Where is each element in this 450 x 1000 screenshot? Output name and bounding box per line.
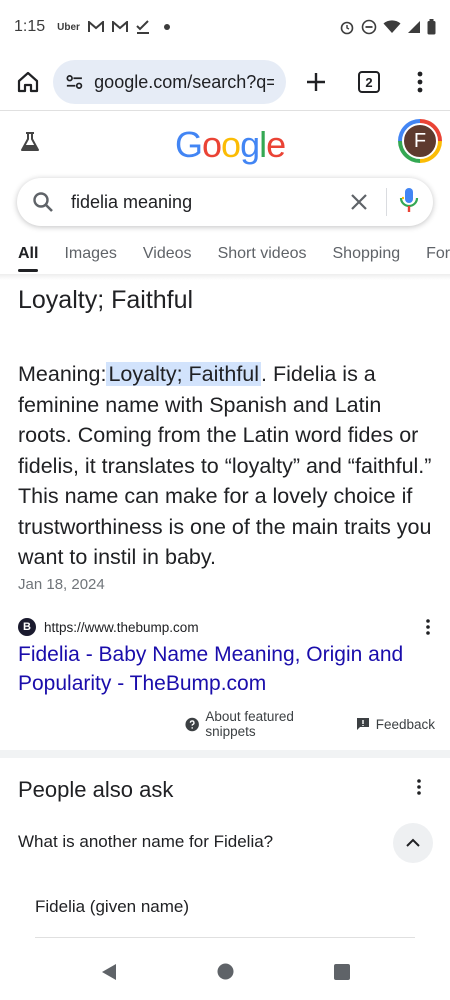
tab-short-videos[interactable]: Short videos	[218, 236, 307, 274]
back-triangle-icon	[101, 963, 116, 980]
result-title-link[interactable]: Fidelia - Baby Name Meaning, Origin and …	[18, 640, 438, 698]
battery-icon	[427, 19, 436, 35]
search-icon	[33, 192, 53, 212]
tab-all[interactable]: All	[18, 236, 39, 274]
do-not-disturb-icon	[361, 19, 377, 35]
logo-letter: G	[175, 124, 203, 165]
snippet-date: Jan 18, 2024	[18, 576, 105, 593]
address-bar[interactable]: google.com/search?q=fi	[53, 60, 286, 104]
snippet-title: Loyalty; Faithful	[18, 286, 194, 314]
status-bar: 1:15 Uber	[0, 0, 450, 54]
account-avatar[interactable]: F	[398, 119, 442, 163]
people-also-ask-title: People also ask	[18, 777, 174, 802]
snippet-meaning-prefix: Meaning:	[18, 362, 107, 386]
snippet-text: . Fidelia is a feminine name with Spanis…	[18, 362, 432, 569]
recents-square-icon	[333, 963, 350, 980]
clear-search-button[interactable]	[344, 193, 374, 211]
tabs-shadow	[0, 274, 450, 280]
more-vert-icon	[417, 779, 421, 795]
microphone-icon	[399, 187, 419, 212]
site-favicon: B	[18, 618, 36, 636]
url-text: google.com/search?q=fi	[94, 71, 274, 92]
snippet-body: Meaning:Loyalty; Faithful. Fidelia is a …	[18, 359, 438, 573]
paa-options-button[interactable]	[417, 779, 421, 800]
tab-forums[interactable]: Forums	[426, 236, 450, 274]
new-tab-button[interactable]	[296, 62, 335, 102]
recents-button[interactable]	[333, 963, 350, 985]
paa-question[interactable]: What is another name for Fidelia?	[18, 832, 273, 852]
google-header: Google F	[0, 112, 450, 174]
result-options-button[interactable]	[418, 619, 438, 635]
feedback-label: Feedback	[375, 716, 435, 732]
tab-shopping[interactable]: Shopping	[333, 236, 401, 274]
about-featured-snippets-label: About featured snippets	[205, 709, 294, 739]
home-button[interactable]	[10, 64, 45, 100]
help-icon	[185, 717, 199, 731]
task-check-icon	[136, 20, 149, 34]
gmail-icon-2	[111, 21, 128, 32]
search-tabs: All Images Videos Short videos Shopping …	[0, 236, 450, 274]
home-circle-icon	[217, 963, 233, 980]
browser-toolbar: google.com/search?q=fi 2	[0, 54, 450, 110]
chevron-up-icon	[406, 838, 420, 847]
search-labs-button[interactable]	[18, 130, 42, 159]
plus-icon	[306, 73, 325, 91]
paa-collapse-button[interactable]	[393, 823, 433, 863]
source-url[interactable]: https://www.thebump.com	[44, 620, 199, 635]
flask-icon	[21, 132, 39, 151]
status-time: 1:15	[14, 18, 46, 35]
snippet-highlight: Loyalty; Faithful	[106, 362, 262, 386]
tab-images[interactable]: Images	[64, 236, 116, 274]
google-logo[interactable]: Google	[175, 124, 286, 166]
more-vert-icon	[417, 71, 423, 93]
close-icon	[351, 194, 367, 210]
about-featured-snippets-button[interactable]: About featured snippets	[185, 709, 342, 739]
home-icon	[17, 71, 38, 93]
tab-count: 2	[357, 71, 380, 93]
site-settings-icon[interactable]	[65, 72, 84, 92]
more-vert-icon	[426, 619, 430, 635]
system-icons	[339, 19, 436, 35]
paa-answer: Fidelia (given name)	[35, 897, 190, 916]
android-nav-bar	[0, 948, 450, 1000]
feedback-button[interactable]: Feedback	[356, 717, 435, 732]
logo-letter: e	[266, 124, 286, 165]
toolbar-divider	[0, 110, 450, 111]
result-source[interactable]: B https://www.thebump.com	[18, 617, 438, 637]
voice-search-button[interactable]	[399, 187, 419, 218]
uber-notification-icon: Uber	[57, 21, 80, 33]
feedback-icon	[356, 718, 369, 730]
tab-switcher-button[interactable]: 2	[349, 62, 388, 102]
snippet-feedback-row: About featured snippets Feedback	[185, 709, 435, 739]
section-separator	[0, 750, 450, 758]
logo-letter: o	[202, 124, 222, 165]
search-box[interactable]: fidelia meaning	[17, 178, 433, 226]
notification-icons: Uber	[57, 20, 170, 34]
search-input[interactable]: fidelia meaning	[71, 192, 344, 213]
avatar-letter: F	[402, 123, 438, 159]
logo-letter: g	[240, 124, 260, 165]
tab-videos[interactable]: Videos	[143, 236, 192, 274]
alarm-icon	[340, 21, 354, 35]
more-notifications-dot-icon	[163, 24, 170, 30]
home-nav-button[interactable]	[217, 963, 234, 985]
logo-letter: o	[221, 124, 241, 165]
search-divider	[386, 188, 387, 216]
gmail-icon	[87, 21, 104, 32]
back-button[interactable]	[101, 963, 117, 986]
wifi-icon	[383, 20, 401, 33]
cell-signal-icon	[408, 21, 420, 33]
browser-menu-button[interactable]	[401, 62, 440, 102]
paa-answer-divider	[35, 937, 415, 938]
